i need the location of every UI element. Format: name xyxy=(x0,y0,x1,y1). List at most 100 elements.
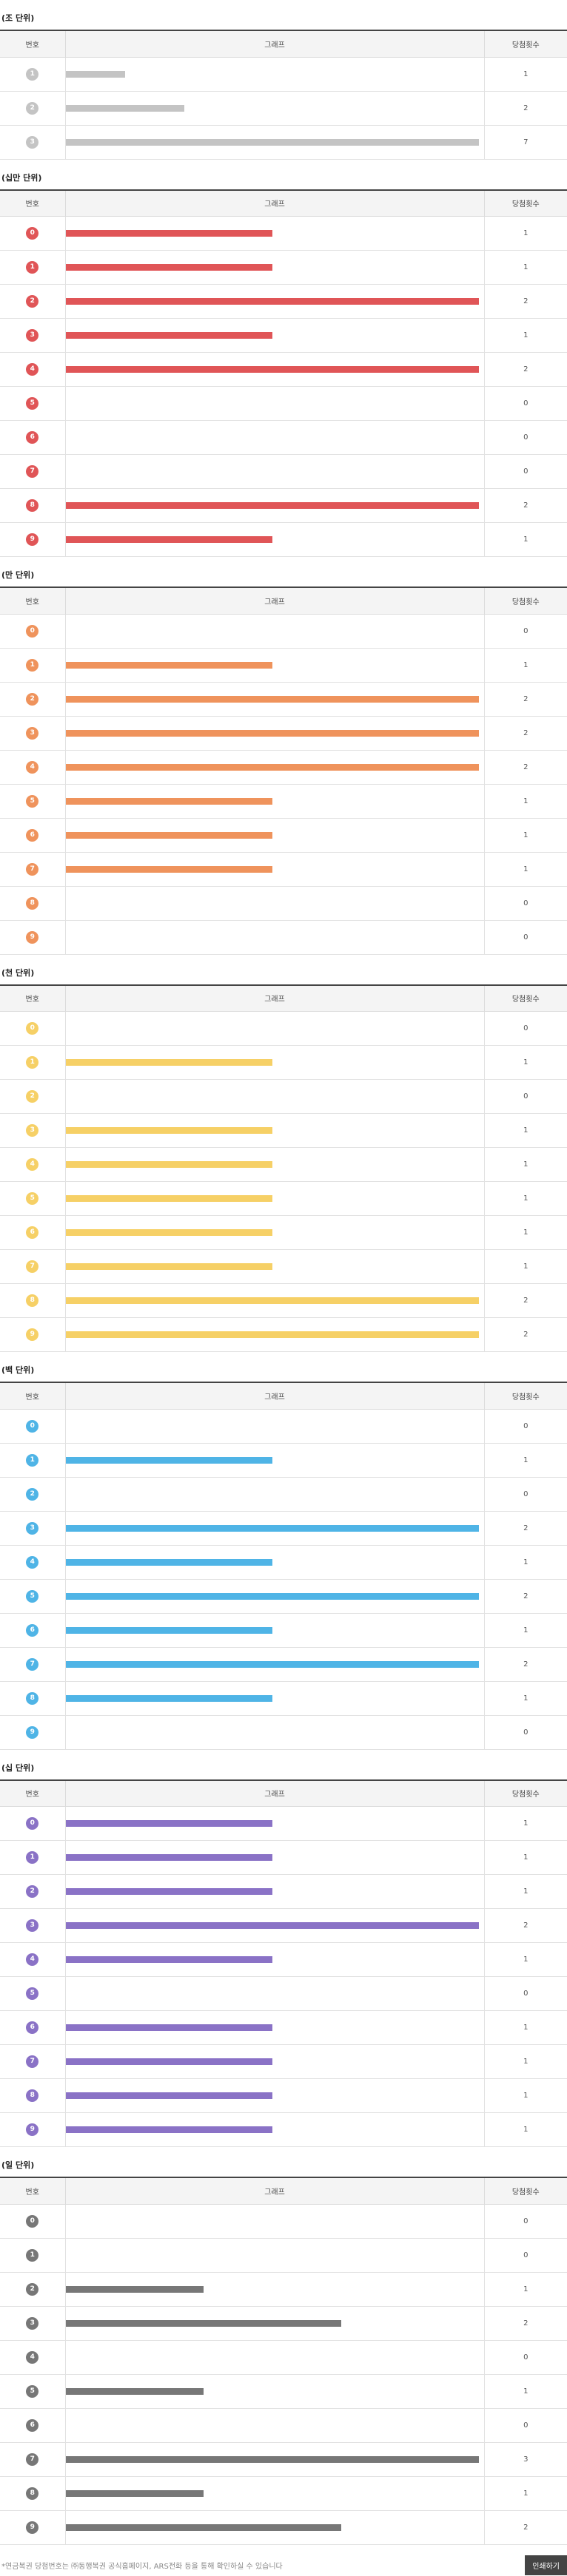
number-cell: 7 xyxy=(0,454,65,489)
number-ball: 9 xyxy=(26,2521,39,2534)
number-ball: 8 xyxy=(26,499,39,512)
number-cell: 7 xyxy=(0,852,65,887)
count-cell: 2 xyxy=(483,682,567,717)
table-row: 42 xyxy=(0,352,567,387)
number-cell: 5 xyxy=(0,1579,65,1614)
count-cell: 1 xyxy=(483,1806,567,1841)
table-row: 42 xyxy=(0,750,567,785)
graph-cell xyxy=(64,1079,484,1114)
frequency-bar xyxy=(65,1456,272,1464)
number-cell: 6 xyxy=(0,1613,65,1648)
graph-cell xyxy=(64,250,484,285)
frequency-bar xyxy=(65,1660,479,1668)
number-cell: 8 xyxy=(0,488,65,523)
frequency-bar xyxy=(65,502,479,509)
number-cell: 5 xyxy=(0,386,65,421)
table-row: 80 xyxy=(0,886,567,921)
stats-section: (일 단위) 번호 그래프 당첨횟수 0 0 1 0 2 1 3 2 4 0 5 1 6 0 7 3 8 1 9 2 xyxy=(0,2147,567,2545)
count-cell: 2 xyxy=(483,1908,567,1943)
header-count: 당첨횟수 xyxy=(483,587,567,615)
number-ball: 5 xyxy=(26,2384,39,2398)
header-number: 번호 xyxy=(0,1382,65,1410)
graph-cell xyxy=(64,91,484,126)
number-cell: 1 xyxy=(0,57,65,92)
graph-cell xyxy=(64,1545,484,1580)
count-cell: 2 xyxy=(483,750,567,785)
number-cell: 0 xyxy=(0,216,65,251)
header-count: 당첨횟수 xyxy=(483,30,567,58)
number-cell: 7 xyxy=(0,1647,65,1682)
table-row: 70 xyxy=(0,454,567,489)
number-cell: 7 xyxy=(0,2044,65,2079)
frequency-bar xyxy=(65,763,479,771)
table-row: 71 xyxy=(0,1249,567,1284)
number-ball: 0 xyxy=(26,1817,39,1830)
number-ball: 7 xyxy=(26,2452,39,2466)
stats-section: (십만 단위) 번호 그래프 당첨횟수 0 1 1 1 2 2 3 1 4 2 5 0 6 0 7 0 8 2 9 1 xyxy=(0,160,567,557)
table-row: 31 xyxy=(0,318,567,353)
frequency-bar xyxy=(65,1626,272,1634)
number-ball: 0 xyxy=(26,2214,39,2228)
table-row: 81 xyxy=(0,1681,567,1716)
number-cell: 4 xyxy=(0,2340,65,2375)
count-cell: 1 xyxy=(483,318,567,353)
count-cell: 1 xyxy=(483,2476,567,2511)
number-ball: 5 xyxy=(26,1987,39,2000)
graph-cell xyxy=(64,1147,484,1182)
graph-cell xyxy=(64,2238,484,2273)
table-row: 11 xyxy=(0,1840,567,1875)
frequency-bar xyxy=(65,1820,272,1827)
number-cell: 7 xyxy=(0,1249,65,1284)
graph-cell xyxy=(64,1045,484,1080)
frequency-bar xyxy=(65,2092,272,2099)
count-cell: 0 xyxy=(483,454,567,489)
count-cell: 1 xyxy=(483,1113,567,1148)
graph-cell xyxy=(64,352,484,387)
number-ball: 1 xyxy=(26,2248,39,2262)
print-button[interactable]: 인쇄하기 xyxy=(525,2555,567,2575)
table-row: 73 xyxy=(0,2442,567,2477)
table-row: 21 xyxy=(0,2272,567,2307)
number-cell: 4 xyxy=(0,1147,65,1182)
frequency-bar xyxy=(65,1524,479,1532)
number-cell: 9 xyxy=(0,920,65,955)
number-cell: 1 xyxy=(0,1443,65,1478)
number-ball: 9 xyxy=(26,2123,39,2136)
number-cell: 8 xyxy=(0,1283,65,1318)
graph-cell xyxy=(64,1613,484,1648)
frequency-bar xyxy=(65,1195,272,1202)
table-row: 10 xyxy=(0,2238,567,2273)
graph-cell xyxy=(64,522,484,557)
number-cell: 5 xyxy=(0,1181,65,1216)
number-cell: 4 xyxy=(0,1942,65,1977)
number-cell: 2 xyxy=(0,91,65,126)
table-row: 22 xyxy=(0,284,567,319)
table-row: 37 xyxy=(0,125,567,160)
graph-cell xyxy=(64,1215,484,1250)
table-row: 61 xyxy=(0,2010,567,2045)
number-ball: 1 xyxy=(26,261,39,274)
frequency-bar xyxy=(65,1331,479,1338)
graph-cell xyxy=(64,886,484,921)
graph-cell xyxy=(64,2010,484,2045)
graph-cell xyxy=(64,784,484,819)
frequency-bar xyxy=(65,2387,204,2395)
graph-cell xyxy=(64,2476,484,2511)
stats-section: (조 단위) 번호 그래프 당첨횟수 1 1 2 2 3 7 xyxy=(0,0,567,160)
count-cell: 2 xyxy=(483,716,567,751)
frequency-bar xyxy=(65,2489,204,2497)
number-cell: 6 xyxy=(0,2408,65,2443)
header-count: 당첨횟수 xyxy=(483,2177,567,2205)
number-ball: 3 xyxy=(26,2316,39,2330)
number-cell: 9 xyxy=(0,1715,65,1750)
table-row: 50 xyxy=(0,386,567,421)
count-cell: 0 xyxy=(483,2340,567,2375)
header-graph: 그래프 xyxy=(64,189,484,217)
frequency-bar xyxy=(65,865,272,873)
number-cell: 6 xyxy=(0,2010,65,2045)
number-cell: 1 xyxy=(0,1840,65,1875)
number-ball: 3 xyxy=(26,1124,39,1137)
number-ball: 0 xyxy=(26,1419,39,1433)
table-row: 81 xyxy=(0,2476,567,2511)
table-row: 11 xyxy=(0,57,567,92)
